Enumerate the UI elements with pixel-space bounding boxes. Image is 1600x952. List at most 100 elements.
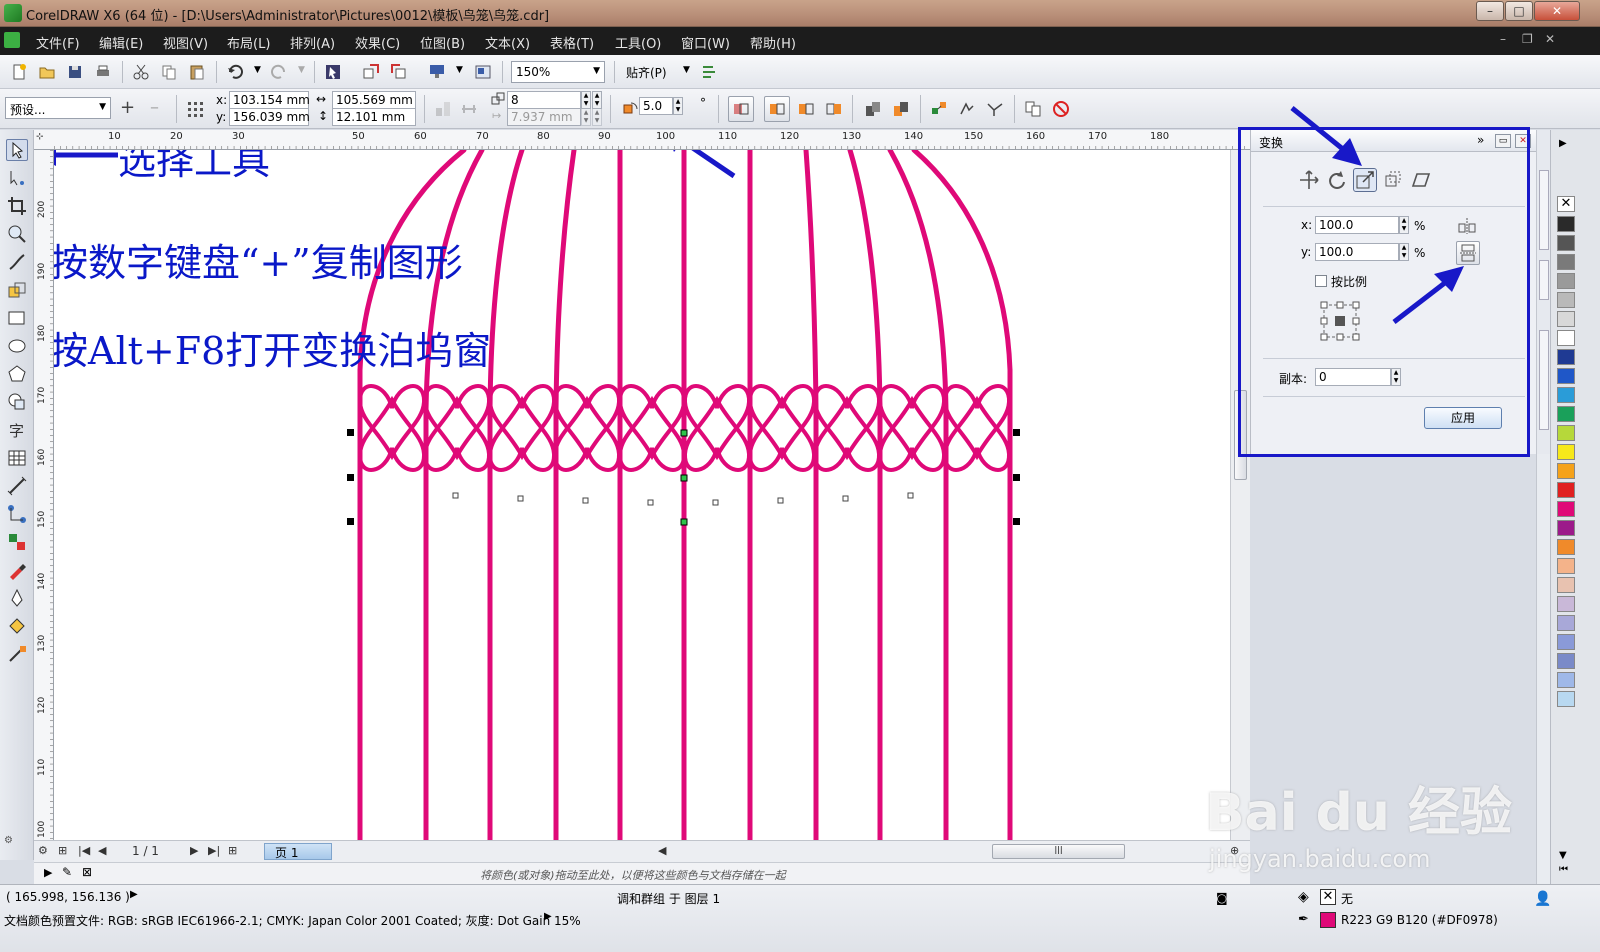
palette-swatch[interactable] bbox=[1557, 577, 1575, 593]
snapshot-icon[interactable]: ◙ bbox=[1216, 891, 1228, 905]
menu-effects[interactable]: 效果(C) bbox=[355, 33, 400, 52]
x-position-field[interactable]: 103.154 mm bbox=[229, 91, 310, 109]
ruler-origin-icon[interactable]: ⊹ bbox=[36, 132, 44, 142]
nav-options-icon[interactable]: ⚙ bbox=[38, 844, 48, 857]
minimize-button[interactable]: – bbox=[1476, 1, 1504, 21]
zoom-level-combo[interactable]: 150% ▼ bbox=[511, 61, 605, 83]
no-fill-swatch[interactable]: ✕ bbox=[1320, 889, 1336, 905]
palette-swatch[interactable] bbox=[1557, 387, 1575, 403]
scroll-left-icon[interactable]: ◀ bbox=[658, 844, 666, 857]
palette-swatch[interactable] bbox=[1557, 216, 1575, 232]
transform-tab[interactable] bbox=[1539, 260, 1549, 300]
palette-scroll-down-icon[interactable]: ▼ bbox=[1559, 850, 1567, 861]
object-width-field[interactable]: 105.569 mm bbox=[332, 91, 416, 109]
blend-spacing-field[interactable]: 7.937 mm bbox=[507, 108, 581, 126]
open-folder-icon[interactable] bbox=[38, 63, 56, 81]
fill-tool-icon[interactable] bbox=[6, 615, 28, 637]
search-content-icon[interactable] bbox=[324, 63, 342, 81]
menu-arrange[interactable]: 排列(A) bbox=[290, 33, 335, 52]
drawing-canvas[interactable]: 选择工具 按数字键盘“+”复制图形 按Alt+F8打开变换泊坞窗 bbox=[54, 150, 1230, 840]
palette-swatch[interactable] bbox=[1557, 368, 1575, 384]
align-distribute-tab[interactable] bbox=[1539, 330, 1549, 430]
palette-swatch[interactable] bbox=[1557, 425, 1575, 441]
palette-swatch[interactable] bbox=[1557, 254, 1575, 270]
user-account-icon[interactable]: 👤 bbox=[1534, 891, 1551, 907]
palette-swatch[interactable] bbox=[1557, 672, 1575, 688]
blend-spacing-icon[interactable] bbox=[460, 100, 478, 118]
copy-icon[interactable] bbox=[160, 63, 178, 81]
counterclockwise-blend-icon[interactable] bbox=[825, 100, 843, 118]
connector-tool-icon[interactable] bbox=[6, 503, 28, 525]
next-page-icon[interactable]: ▶ bbox=[190, 844, 198, 857]
remove-preset-icon[interactable]: – bbox=[150, 97, 159, 118]
toolbox-gear-icon[interactable]: ⚙ bbox=[4, 835, 13, 846]
palette-scroll-up-icon[interactable]: ▶ bbox=[1559, 138, 1567, 149]
dimension-tool-icon[interactable] bbox=[6, 475, 28, 497]
polygon-tool-icon[interactable] bbox=[6, 363, 28, 385]
y-position-field[interactable]: 156.039 mm bbox=[229, 108, 310, 126]
eyedropper-icon[interactable]: ✎ bbox=[62, 865, 72, 879]
coreldraw-app-icon[interactable] bbox=[4, 4, 22, 22]
table-tool-icon[interactable] bbox=[6, 447, 28, 469]
horizontal-ruler[interactable]: ⊹ 10 20 30 50 60 70 80 90 100 110 120 13… bbox=[34, 130, 1250, 150]
basic-shapes-tool-icon[interactable] bbox=[6, 391, 28, 413]
preset-combo[interactable]: 预设... ▼ bbox=[5, 97, 111, 119]
steps-spinner[interactable]: ▲ ▼ bbox=[581, 91, 591, 109]
loop-blend-button[interactable] bbox=[728, 96, 754, 122]
path-properties-icon[interactable] bbox=[986, 100, 1004, 118]
freehand-tool-icon[interactable] bbox=[6, 251, 28, 273]
page-tab[interactable]: 页 1 bbox=[264, 843, 332, 860]
interactive-fill-tool-icon[interactable] bbox=[6, 643, 28, 665]
menu-file[interactable]: 文件(F) bbox=[36, 33, 80, 52]
add-preset-icon[interactable]: + bbox=[120, 97, 135, 118]
spacing-spinner-2[interactable]: ▲ ▼ bbox=[592, 108, 602, 126]
blend-color-icon[interactable] bbox=[892, 100, 910, 118]
direct-blend-button[interactable] bbox=[764, 96, 790, 122]
palette-swatch[interactable] bbox=[1557, 558, 1575, 574]
new-document-icon[interactable] bbox=[10, 63, 28, 81]
undo-icon[interactable] bbox=[226, 63, 244, 81]
undo-dropdown-icon[interactable]: ▼ bbox=[254, 65, 261, 75]
redo-icon[interactable] bbox=[270, 63, 288, 81]
palette-swatch[interactable] bbox=[1557, 615, 1575, 631]
print-icon[interactable] bbox=[94, 63, 112, 81]
palette-swatch[interactable] bbox=[1557, 653, 1575, 669]
smart-fill-tool-icon[interactable] bbox=[6, 279, 28, 301]
crop-tool-icon[interactable] bbox=[6, 195, 28, 217]
palette-swatch[interactable] bbox=[1557, 634, 1575, 650]
palette-swatch[interactable] bbox=[1557, 691, 1575, 707]
object-manager-tab[interactable] bbox=[1539, 170, 1549, 250]
outline-pen-tool-icon[interactable] bbox=[6, 587, 28, 609]
close-button[interactable]: ✕ bbox=[1534, 1, 1580, 21]
application-launcher-icon[interactable] bbox=[428, 63, 446, 81]
copy-blend-properties-icon[interactable] bbox=[1024, 100, 1042, 118]
palette-swatch[interactable] bbox=[1557, 235, 1575, 251]
palette-swatch[interactable] bbox=[1557, 596, 1575, 612]
object-origin-icon[interactable] bbox=[186, 100, 204, 118]
palette-swatch[interactable] bbox=[1557, 444, 1575, 460]
document-icon[interactable] bbox=[4, 32, 20, 48]
text-tool-icon[interactable]: 字 bbox=[6, 419, 28, 441]
snap-to-menu[interactable]: 贴齐(P) bbox=[626, 64, 667, 81]
palette-swatch[interactable] bbox=[1557, 311, 1575, 327]
no-color-icon[interactable]: ⊠ bbox=[82, 865, 92, 879]
cut-icon[interactable] bbox=[132, 63, 150, 81]
launcher-dropdown-icon[interactable]: ▼ bbox=[456, 65, 463, 75]
paste-icon[interactable] bbox=[188, 63, 206, 81]
palette-swatch[interactable] bbox=[1557, 520, 1575, 536]
vertical-ruler[interactable]: 200 190 180 170 160 150 140 130 120 110 … bbox=[34, 150, 54, 840]
blend-tool-icon[interactable] bbox=[6, 531, 28, 553]
palette-swatch[interactable] bbox=[1557, 273, 1575, 289]
docker-tabs[interactable] bbox=[1536, 130, 1550, 454]
zoom-tool-icon[interactable] bbox=[6, 223, 28, 245]
palette-swatch[interactable] bbox=[1557, 539, 1575, 555]
menu-window[interactable]: 窗口(W) bbox=[681, 33, 730, 52]
profile-expand-icon[interactable]: ▶ bbox=[544, 911, 552, 922]
palette-swatch[interactable] bbox=[1557, 406, 1575, 422]
steps-spinner-2[interactable]: ▲ ▼ bbox=[592, 91, 602, 109]
direction-spinner[interactable]: ▲ ▼ bbox=[673, 97, 683, 115]
snap-dropdown-icon[interactable]: ▼ bbox=[683, 65, 690, 75]
color-profile-info[interactable]: 文档颜色预置文件: RGB: sRGB IEC61966-2.1; CMYK: … bbox=[4, 912, 581, 929]
pick-tool[interactable] bbox=[6, 139, 28, 161]
palette-flyout-icon[interactable]: ⏮ bbox=[1559, 864, 1568, 875]
